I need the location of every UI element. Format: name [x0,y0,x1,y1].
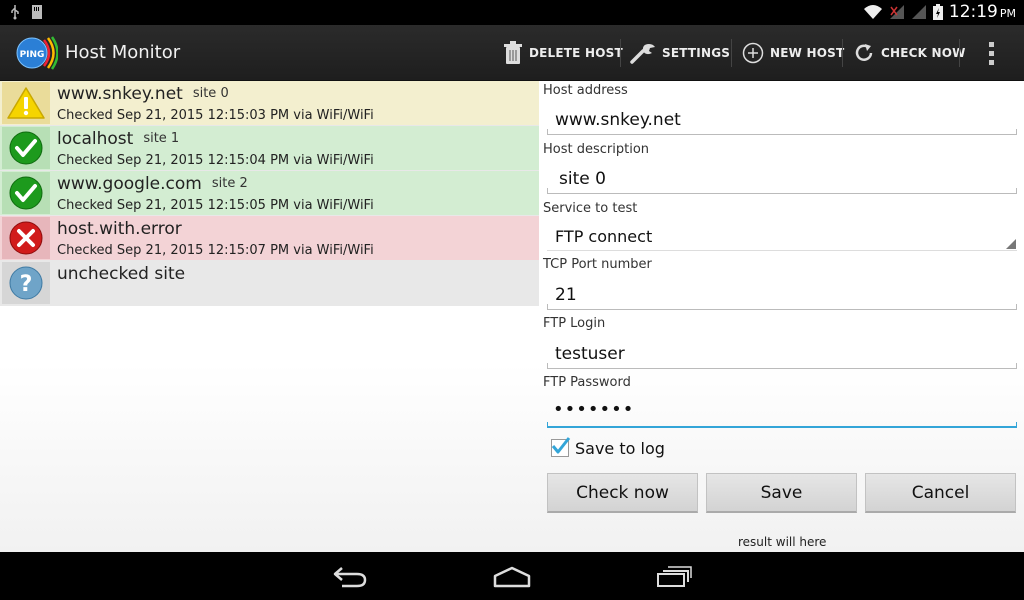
navigation-bar [0,552,1024,600]
action-separator [731,39,732,67]
save-to-log-label[interactable]: Save to log [575,439,665,458]
host-name: host.with.error [57,219,182,239]
host-list-item[interactable]: localhost site 1 Checked Sep 21, 2015 12:… [0,126,539,171]
port-label: TCP Port number [543,257,652,272]
host-address-text: localhost [57,129,134,149]
settings-button[interactable]: SETTINGS [630,35,730,71]
overflow-menu-icon[interactable] [988,41,996,67]
main-content: www.snkey.net site 0 Checked Sep 21, 2015… [0,81,1024,552]
warning-icon [7,87,45,119]
recent-apps-icon[interactable] [656,564,692,588]
host-description-label: Host description [543,142,650,157]
host-address-input[interactable]: www.snkey.net [555,110,681,130]
host-description: site 1 [143,131,180,146]
cancel-button[interactable]: Cancel [865,473,1016,513]
error-icon [9,221,43,255]
host-address-label: Host address [543,83,628,98]
host-name: unchecked site [57,264,185,284]
ftp-login-underline [547,363,1017,369]
new-host-label: NEW HOST [770,46,845,60]
app-logo-icon: PING [16,36,58,70]
host-description: site 2 [211,176,248,191]
service-spinner[interactable]: FTP connect [555,227,652,246]
clock-ampm: PM [999,7,1016,20]
sd-card-icon [32,5,42,19]
status-cell [2,172,50,214]
settings-label: SETTINGS [662,46,731,60]
question-icon: ? [9,266,43,300]
battery-icon [932,4,943,20]
spinner-arrow-icon[interactable] [1006,239,1016,249]
host-list-item[interactable]: www.snkey.net site 0 Checked Sep 21, 2015… [0,81,539,126]
ftp-password-input[interactable]: ••••••• [553,399,634,420]
delete-host-label: DELETE HOST [529,46,623,60]
action-separator [620,39,621,67]
app-title: Host Monitor [65,42,181,63]
service-underline [547,245,1017,251]
new-host-button[interactable]: NEW HOST [742,35,844,71]
save-to-log-checkbox[interactable] [551,437,571,457]
checkmark-icon [551,437,571,454]
status-cell: ? [2,262,50,304]
host-list-item[interactable]: host.with.error Checked Sep 21, 2015 12:… [0,216,539,261]
host-checked-status: Checked Sep 21, 2015 12:15:07 PM via WiF… [57,243,374,258]
wrench-icon [630,44,655,64]
ftp-password-underline [547,422,1017,428]
host-description-input[interactable]: site 0 [559,169,606,189]
save-button[interactable]: Save [706,473,857,513]
status-bar-notifications [10,4,42,20]
host-address-text: host.with.error [57,219,182,239]
ftp-login-label: FTP Login [543,316,606,331]
port-input[interactable]: 21 [555,285,577,305]
host-description: site 0 [192,86,229,101]
host-name: localhost site 1 [57,129,179,149]
host-checked-status: Checked Sep 21, 2015 12:15:05 PM via WiF… [57,198,374,213]
host-edit-form: Host address www.snkey.net Host descript… [541,81,1024,552]
host-address-text: www.google.com [57,174,202,194]
host-checked-status: Checked Sep 21, 2015 12:15:04 PM via WiF… [57,153,374,168]
host-list-item[interactable]: www.google.com site 2 Checked Sep 21, 201… [0,171,539,216]
check-now-button[interactable]: CHECK NOW [853,35,966,71]
check-now-form-button[interactable]: Check now [547,473,698,513]
host-address-underline [547,129,1017,135]
status-bar-system: 12:19 PM [863,2,1016,22]
signal-icon [889,5,904,19]
host-name: www.google.com site 2 [57,174,248,194]
status-cell [2,82,50,124]
usb-icon [11,5,19,20]
status-cell [2,127,50,169]
signal-icon-2 [911,5,926,19]
host-address-text: unchecked site [57,264,186,284]
action-bar: PING Host Monitor DELETE HOST SETTINGS N… [0,25,1024,81]
host-description-underline [547,188,1017,194]
action-separator [842,39,843,67]
plus-circle-icon [742,42,764,64]
action-separator [959,39,960,67]
trash-icon [504,41,522,64]
check-ok-icon [9,131,43,165]
host-list-item[interactable]: ? unchecked site [0,261,539,306]
wifi-icon [863,5,882,19]
host-name: www.snkey.net site 0 [57,84,229,104]
home-icon[interactable] [493,564,531,588]
status-bar: 12:19 PM [0,0,1024,25]
clock: 12:19 PM [948,2,1016,22]
host-checked-status: Checked Sep 21, 2015 12:15:03 PM via WiF… [57,108,374,123]
refresh-icon [855,44,873,61]
host-list: www.snkey.net site 0 Checked Sep 21, 2015… [0,81,539,306]
svg-text:?: ? [20,272,33,297]
check-now-label: CHECK NOW [881,46,966,60]
port-underline [547,304,1017,310]
service-label: Service to test [543,201,638,216]
status-cell [2,217,50,259]
svg-text:PING: PING [20,50,45,60]
ftp-login-input[interactable]: testuser [555,344,625,364]
result-text: result will here [738,535,827,549]
delete-host-button[interactable]: DELETE HOST [503,35,623,71]
back-icon[interactable] [332,564,368,588]
check-ok-icon [9,176,43,210]
ftp-password-label: FTP Password [543,375,631,390]
host-address-text: www.snkey.net [57,84,183,104]
